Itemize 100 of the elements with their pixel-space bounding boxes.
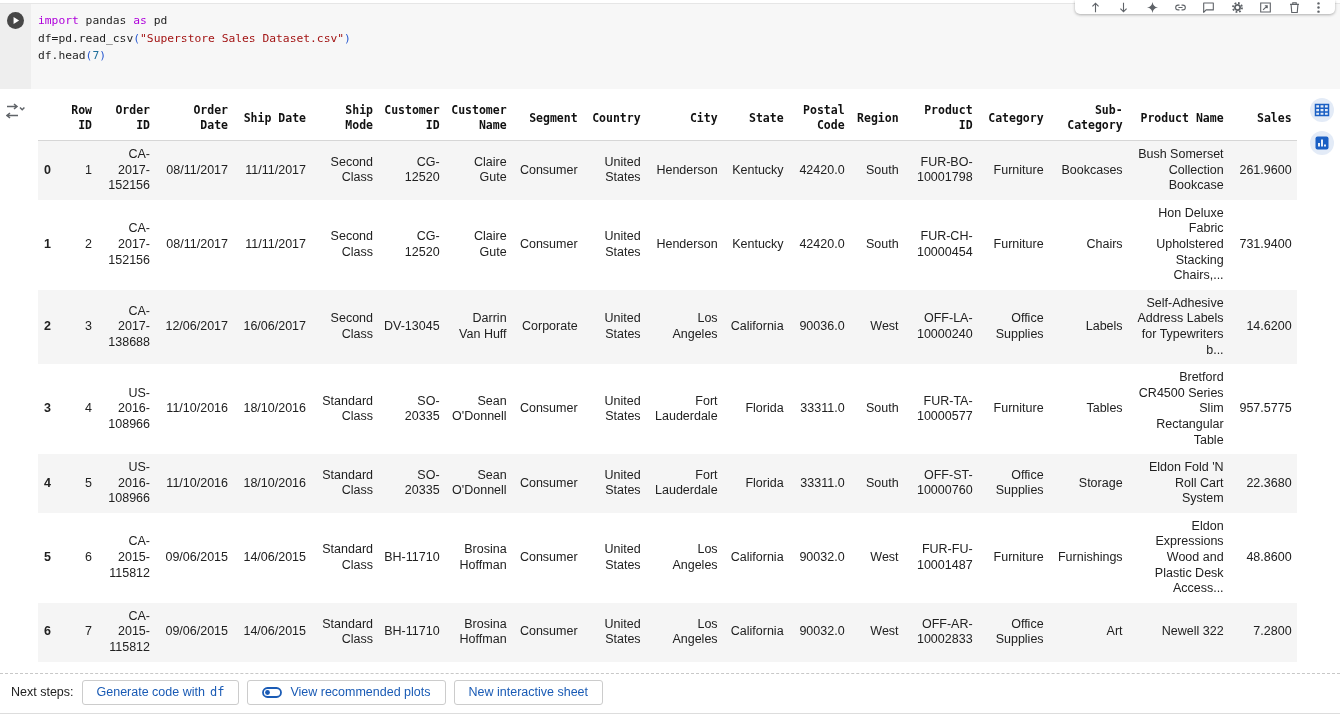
table-cell: 14/06/2015 xyxy=(233,602,311,662)
table-cell: 11/11/2017 xyxy=(233,199,311,290)
column-header: Segment xyxy=(511,96,583,141)
table-cell: Consumer xyxy=(511,454,583,513)
suggestion-button[interactable]: Generate code with df xyxy=(81,679,240,705)
column-header: Order ID xyxy=(97,96,155,141)
table-icon[interactable] xyxy=(1310,98,1334,122)
table-cell: DV-13045 xyxy=(378,289,445,365)
table-cell: Claire Gute xyxy=(444,199,512,290)
table-cell: Consumer xyxy=(511,602,583,662)
table-cell: Art xyxy=(1048,602,1128,662)
table-cell: Corporate xyxy=(511,289,583,365)
bar-chart-icon[interactable] xyxy=(1310,131,1334,155)
table-cell: 33311.0 xyxy=(788,454,850,513)
column-header: Product ID xyxy=(903,96,978,141)
table-cell: Newell 322 xyxy=(1127,602,1229,662)
table-cell: United States xyxy=(582,512,646,603)
code-line: df=pd.read_csv("Superstore Sales Dataset.csv") xyxy=(38,30,351,47)
table-cell: United States xyxy=(582,199,646,290)
sparkle-icon[interactable] xyxy=(1146,1,1158,13)
table-cell: 7 xyxy=(65,602,97,662)
table-cell: Standard Class xyxy=(311,512,378,603)
column-header: Order Date xyxy=(155,96,233,141)
table-cell: Standard Class xyxy=(311,454,378,513)
table-cell: 957.5775 xyxy=(1228,364,1297,455)
table-cell: Tables xyxy=(1048,364,1128,455)
table-cell: CG-12520 xyxy=(378,140,445,200)
table-cell: OFF-AR-10002833 xyxy=(903,602,978,662)
table-cell: CA-2015-115812 xyxy=(97,602,155,662)
table-cell: 16/06/2017 xyxy=(233,289,311,365)
table-cell: 4 xyxy=(65,364,97,455)
table-cell: Bookcases xyxy=(1048,140,1128,200)
table-cell: FUR-FU-10001487 xyxy=(903,512,978,603)
table-cell: South xyxy=(849,454,904,513)
table-cell: Claire Gute xyxy=(444,140,512,200)
table-cell: 08/11/2017 xyxy=(155,199,233,290)
link-icon[interactable] xyxy=(1175,1,1187,13)
table-cell: 33311.0 xyxy=(788,364,850,455)
table-cell: 12/06/2017 xyxy=(155,289,233,365)
column-header: Country xyxy=(582,96,646,141)
column-header: Ship Mode xyxy=(311,96,378,141)
arrow-down-icon[interactable] xyxy=(1118,1,1130,13)
table-cell: 90036.0 xyxy=(788,289,850,365)
table-cell: Henderson xyxy=(645,199,723,290)
table-cell: Brosina Hoffman xyxy=(444,512,512,603)
table-cell: South xyxy=(849,199,904,290)
table-cell: Bush Somerset Collection Bookcase xyxy=(1127,140,1229,200)
trash-icon[interactable] xyxy=(1288,1,1300,13)
table-cell: SO-20335 xyxy=(378,364,445,455)
table-cell: Consumer xyxy=(511,512,583,603)
table-cell: United States xyxy=(582,602,646,662)
table-cell: Sean O'Donnell xyxy=(444,454,512,513)
table-cell: Standard Class xyxy=(311,364,378,455)
table-cell: OFF-LA-10000240 xyxy=(903,289,978,365)
table-cell: Furnishings xyxy=(1048,512,1128,603)
table-cell: Office Supplies xyxy=(977,289,1049,365)
play-icon[interactable] xyxy=(7,12,24,29)
table-cell: CA-2015-115812 xyxy=(97,512,155,603)
table-cell: West xyxy=(849,512,904,603)
table-cell: Bretford CR4500 Series Slim Rectangular Table xyxy=(1127,364,1229,455)
table-cell: California xyxy=(722,289,789,365)
table-cell: Labels xyxy=(1048,289,1128,365)
column-header: Region xyxy=(849,96,904,141)
table-cell: 48.8600 xyxy=(1228,512,1297,603)
table-cell: Darrin Van Huff xyxy=(444,289,512,365)
table-cell: 11/11/2017 xyxy=(233,140,311,200)
table-cell: Kentucky xyxy=(722,140,789,200)
column-header: Sales xyxy=(1228,96,1297,141)
column-header: Product Name xyxy=(1127,96,1229,141)
table-cell: Second Class xyxy=(311,199,378,290)
table-cell: Office Supplies xyxy=(977,454,1049,513)
gear-icon[interactable] xyxy=(1231,1,1243,13)
table-cell: United States xyxy=(582,140,646,200)
table-cell: Furniture xyxy=(977,364,1049,455)
comment-icon[interactable] xyxy=(1203,1,1215,13)
suggestion-button[interactable]: New interactive sheet xyxy=(453,679,604,705)
arrow-up-icon[interactable] xyxy=(1089,1,1101,13)
table-cell: West xyxy=(849,289,904,365)
table-cell: 90032.0 xyxy=(788,512,850,603)
table-cell: California xyxy=(722,602,789,662)
table-cell: 18/10/2016 xyxy=(233,364,311,455)
table-cell: Los Angeles xyxy=(645,602,723,662)
table-cell: CA-2017-152156 xyxy=(97,140,155,200)
column-header: Row ID xyxy=(65,96,97,141)
more-icon[interactable] xyxy=(1317,1,1321,13)
suggestion-button[interactable]: View recommended plots xyxy=(247,679,446,705)
table-cell: Office Supplies xyxy=(977,602,1049,662)
row-index: 6 xyxy=(38,602,65,662)
table-cell: 5 xyxy=(65,454,97,513)
table-cell: Second Class xyxy=(311,289,378,365)
table-cell: 14.6200 xyxy=(1228,289,1297,365)
window-arrow-icon[interactable] xyxy=(1260,1,1272,13)
column-header: Postal Code xyxy=(788,96,850,141)
table-cell: Eldon Expressions Wood and Plastic Desk Access... xyxy=(1127,512,1229,603)
column-header: Customer ID xyxy=(378,96,445,141)
column-header: Ship Date xyxy=(233,96,311,141)
column-header: State xyxy=(722,96,789,141)
table-cell: Furniture xyxy=(977,512,1049,603)
table-cell: 08/11/2017 xyxy=(155,140,233,200)
arrows-icon[interactable] xyxy=(6,103,26,119)
